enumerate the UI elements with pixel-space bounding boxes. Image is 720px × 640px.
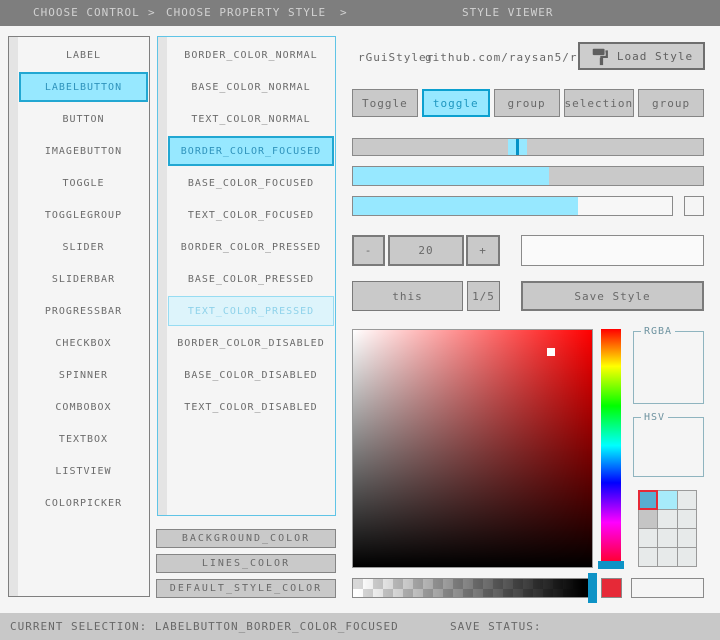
breadcrumb-item: CHOOSE PROPERTY STYLE (166, 6, 327, 19)
rgba-group-title: RGBA (641, 326, 676, 337)
properties-list-item-text_color_disabled[interactable]: TEXT_COLOR_DISABLED (168, 392, 334, 422)
toggle-option-2-group[interactable]: group (493, 89, 560, 117)
properties-list-item-text_color_normal[interactable]: TEXT_COLOR_NORMAL (168, 104, 334, 134)
hsv-group-title: HSV (641, 412, 669, 423)
rguistyler-window: CHOOSE CONTROL > CHOOSE PROPERTY STYLE > STY… (0, 0, 720, 640)
spinner-decrement-button[interactable]: - (352, 235, 385, 266)
hue-bar[interactable] (601, 329, 621, 562)
controls-list-panel: LABEL LABELBUTTON BUTTON IMAGEBUTTON TOGGLE T… (8, 36, 150, 597)
controls-list-item-button[interactable]: BUTTON (19, 104, 148, 134)
controls-list-item-sliderbar[interactable]: SLIDERBAR (19, 264, 148, 294)
save-style-button[interactable]: Save Style (521, 281, 704, 311)
toggle-group: Toggle toggle group selection group (352, 89, 704, 117)
controls-list-item-colorpicker[interactable]: COLORPICKER (19, 488, 148, 518)
properties-list: BORDER_COLOR_NORMAL BASE_COLOR_NORMAL TEXT… (168, 40, 334, 424)
controls-list-item-listview[interactable]: LISTVIEW (19, 456, 148, 486)
app-title: rGuiStyler (358, 51, 435, 64)
color-picker-cursor[interactable] (547, 348, 555, 356)
checkbox[interactable] (684, 196, 704, 216)
toggle-option-3-selection[interactable]: selection (563, 89, 635, 117)
global-style-buttons: BACKGROUND_COLOR LINES_COLOR DEFAULT_STYLE… (156, 529, 336, 604)
combobox-counter[interactable]: 1/5 (467, 281, 500, 311)
swatch-r0c0[interactable] (637, 490, 659, 510)
properties-list-item-text_color_pressed[interactable]: TEXT_COLOR_PRESSED (168, 296, 334, 326)
color-swatch-grid (637, 490, 697, 567)
controls-list: LABEL LABELBUTTON BUTTON IMAGEBUTTON TOGGLE T… (19, 40, 148, 520)
hue-bar-handle[interactable] (598, 561, 624, 569)
top-status-bar: CHOOSE CONTROL > CHOOSE PROPERTY STYLE > STY… (0, 0, 720, 26)
sliderbar[interactable] (352, 166, 704, 186)
swatch-r3c2[interactable] (677, 548, 696, 566)
swatch-r1c1[interactable] (658, 510, 677, 528)
controls-list-item-toggle[interactable]: TOGGLE (19, 168, 148, 198)
paint-roller-icon (590, 46, 610, 66)
slider[interactable] (352, 138, 704, 156)
toggle-option-0-toggle[interactable]: Toggle (352, 89, 418, 117)
properties-list-item-base_color_pressed[interactable]: BASE_COLOR_PRESSED (168, 264, 334, 294)
swatch-r2c1[interactable] (658, 529, 677, 547)
sliderbar-fill (353, 167, 549, 185)
bottom-status-bar: CURRENT SELECTION: LABELBUTTON_BORDER_CO… (0, 613, 720, 640)
controls-list-item-textbox[interactable]: TEXTBOX (19, 424, 148, 454)
progressbar (352, 196, 673, 216)
controls-list-item-checkbox[interactable]: CHECKBOX (19, 328, 148, 358)
swatch-r1c0[interactable] (639, 510, 658, 528)
swatch-r0c1[interactable] (658, 491, 677, 509)
properties-list-item-base_color_focused[interactable]: BASE_COLOR_FOCUSED (168, 168, 334, 198)
load-style-button[interactable]: Load Style (578, 42, 705, 70)
lines-color-button[interactable]: LINES_COLOR (156, 554, 336, 573)
properties-list-item-border_color_focused[interactable]: BORDER_COLOR_FOCUSED (168, 136, 334, 166)
rgba-group-box: RGBA (633, 326, 704, 404)
color-value-box[interactable] (631, 578, 704, 598)
controls-list-item-togglegroup[interactable]: TOGGLEGROUP (19, 200, 148, 230)
swatch-r1c2[interactable] (677, 510, 696, 528)
spinner-value[interactable]: 20 (388, 235, 464, 266)
properties-scrollbar[interactable] (158, 37, 167, 515)
breadcrumb-item: CHOOSE CONTROL (33, 6, 140, 19)
properties-list-item-text_color_focused[interactable]: TEXT_COLOR_FOCUSED (168, 200, 334, 230)
hsv-group-box: HSV (633, 412, 704, 477)
controls-list-item-spinner[interactable]: SPINNER (19, 360, 148, 390)
swatch-r3c0[interactable] (639, 548, 658, 566)
combobox-button[interactable]: this (352, 281, 463, 311)
controls-list-item-label[interactable]: LABEL (19, 40, 148, 70)
alpha-bar[interactable] (352, 578, 593, 598)
breadcrumb-separator: > (148, 6, 156, 19)
spinner-increment-button[interactable]: + (466, 235, 500, 266)
properties-list-item-base_color_disabled[interactable]: BASE_COLOR_DISABLED (168, 360, 334, 390)
properties-list-item-border_color_pressed[interactable]: BORDER_COLOR_PRESSED (168, 232, 334, 262)
swatch-r2c2[interactable] (677, 529, 696, 547)
alpha-bar-handle[interactable] (588, 573, 597, 603)
properties-list-panel: BORDER_COLOR_NORMAL BASE_COLOR_NORMAL TEXT… (157, 36, 336, 516)
toggle-option-4-group[interactable]: group (638, 89, 704, 117)
swatch-r2c0[interactable] (639, 529, 658, 547)
properties-list-item-border_color_disabled[interactable]: BORDER_COLOR_DISABLED (168, 328, 334, 358)
load-style-label: Load Style (616, 49, 694, 63)
toggle-option-1-toggle[interactable]: toggle (421, 89, 490, 117)
breadcrumb-item: STYLE VIEWER (462, 6, 554, 19)
swatch-r0c2[interactable] (677, 491, 696, 509)
breadcrumb-separator: > (340, 6, 348, 19)
progressbar-fill (353, 197, 578, 215)
controls-list-item-imagebutton[interactable]: IMAGEBUTTON (19, 136, 148, 166)
controls-list-item-combobox[interactable]: COMBOBOX (19, 392, 148, 422)
controls-scrollbar[interactable] (9, 37, 18, 596)
current-selection-status: CURRENT SELECTION: LABELBUTTON_BORDER_CO… (10, 620, 399, 633)
default-style-color-button[interactable]: DEFAULT_STYLE_COLOR (156, 579, 336, 598)
controls-list-item-labelbutton[interactable]: LABELBUTTON (19, 72, 148, 102)
color-picker-area[interactable] (352, 329, 593, 568)
save-status: SAVE STATUS: (450, 620, 542, 633)
properties-list-item-border_color_normal[interactable]: BORDER_COLOR_NORMAL (168, 40, 334, 70)
controls-list-item-progressbar[interactable]: PROGRESSBAR (19, 296, 148, 326)
swatch-r3c1[interactable] (658, 548, 677, 566)
background-color-button[interactable]: BACKGROUND_COLOR (156, 529, 336, 548)
controls-list-item-slider[interactable]: SLIDER (19, 232, 148, 262)
textbox-input[interactable] (521, 235, 704, 266)
slider-handle[interactable] (508, 139, 527, 155)
properties-list-item-base_color_normal[interactable]: BASE_COLOR_NORMAL (168, 72, 334, 102)
current-color-swatch (601, 578, 622, 598)
